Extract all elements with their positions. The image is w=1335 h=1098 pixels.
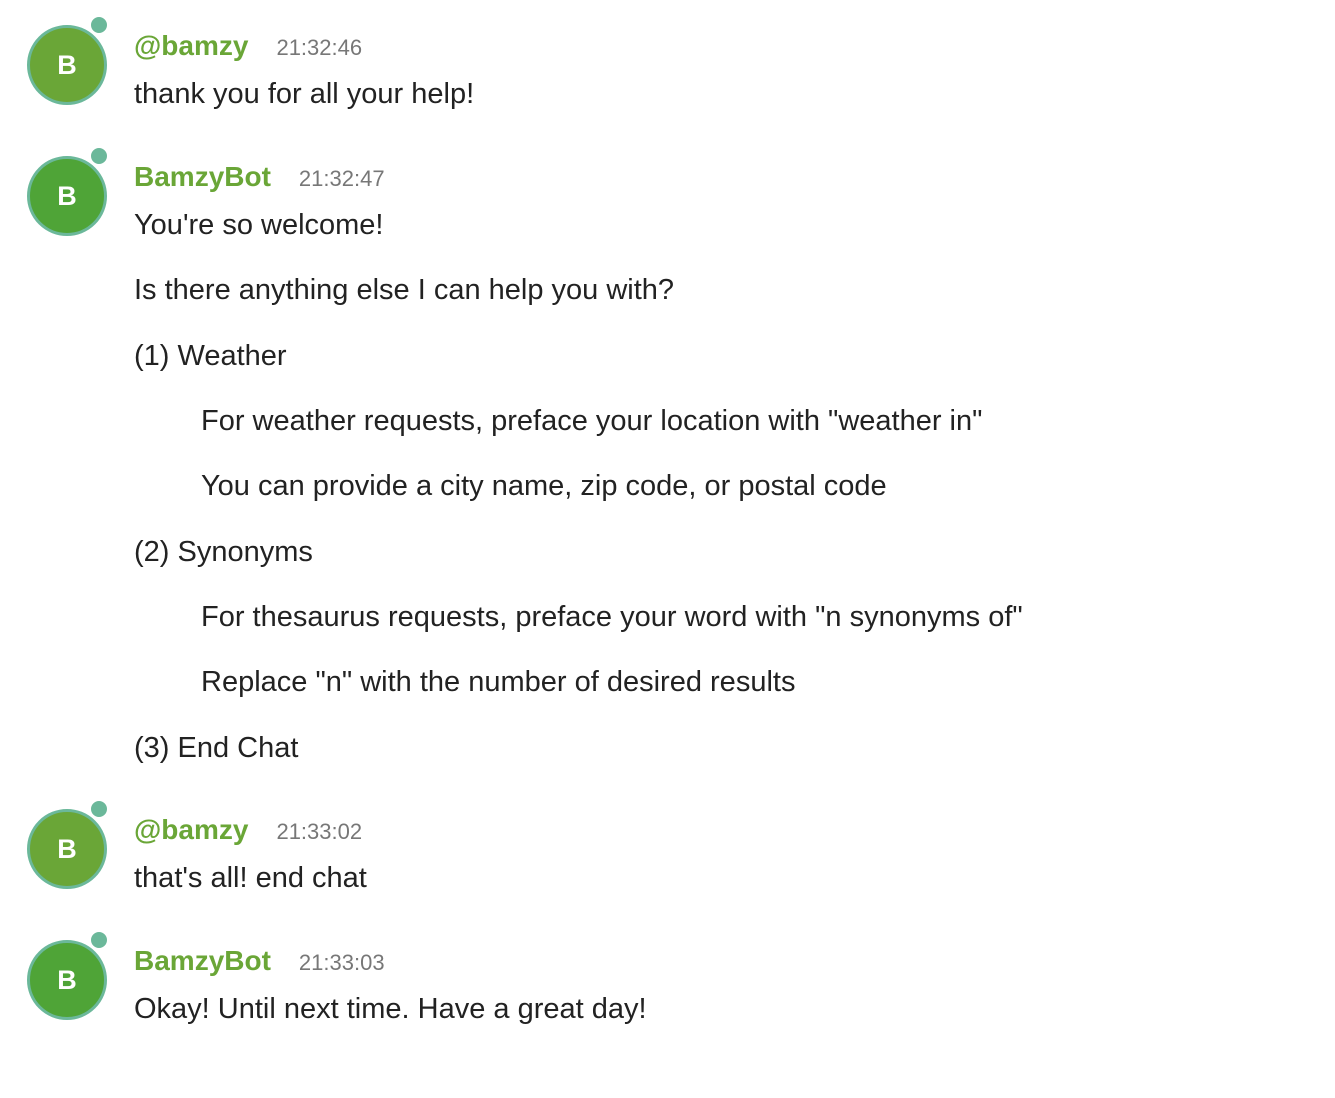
sender-name[interactable]: @bamzy [134, 30, 248, 61]
menu-option-description: You can provide a city name, zip code, o… [201, 470, 887, 502]
message-header: @bamzy 21:32:46 [134, 30, 362, 62]
message-text: that's all! end chat [134, 862, 367, 894]
online-status-dot [88, 145, 110, 167]
message-text: You're so welcome! [134, 209, 384, 241]
message-timestamp: 21:33:02 [276, 819, 363, 844]
sender-name[interactable]: BamzyBot [134, 161, 271, 192]
menu-option-description: Replace "n" with the number of desired r… [201, 666, 796, 698]
menu-option-end-chat: (3) End Chat [134, 732, 299, 764]
message-timestamp: 21:33:03 [298, 950, 385, 975]
menu-option-weather: (1) Weather [134, 340, 287, 372]
message-text: thank you for all your help! [134, 78, 475, 110]
online-status-dot [88, 798, 110, 820]
sender-name[interactable]: BamzyBot [134, 945, 271, 976]
menu-option-description: For weather requests, preface your locat… [201, 405, 983, 437]
message-timestamp: 21:32:46 [276, 35, 363, 60]
avatar[interactable]: B [27, 809, 107, 889]
avatar[interactable]: B [27, 940, 107, 1020]
message-text: Okay! Until next time. Have a great day! [134, 993, 647, 1025]
message-text: Is there anything else I can help you wi… [134, 274, 675, 306]
message-header: BamzyBot 21:32:47 [134, 161, 385, 193]
menu-option-synonyms: (2) Synonyms [134, 536, 313, 568]
avatar[interactable]: B [27, 156, 107, 236]
avatar[interactable]: B [27, 25, 107, 105]
online-status-dot [88, 14, 110, 36]
message-timestamp: 21:32:47 [298, 166, 385, 191]
message-header: @bamzy 21:33:02 [134, 814, 362, 846]
message-header: BamzyBot 21:33:03 [134, 945, 385, 977]
sender-name[interactable]: @bamzy [134, 814, 248, 845]
menu-option-description: For thesaurus requests, preface your wor… [201, 601, 1023, 633]
online-status-dot [88, 929, 110, 951]
